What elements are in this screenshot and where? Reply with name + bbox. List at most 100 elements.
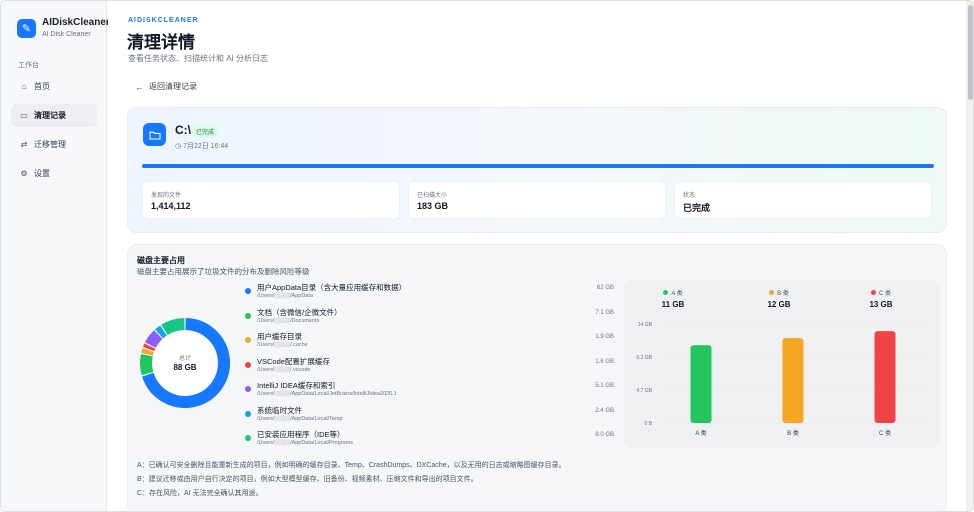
main-content: AIDISKCLEANER 清理详情 查看任务状态、扫描统计和 AI 分析日志 … [108,1,966,511]
stat-value: 183 GB [417,201,449,211]
page-eyebrow: AIDISKCLEANER [128,17,199,24]
legend-item-size: 5.1 GB [595,383,614,389]
legend-dot [245,435,251,441]
legend-item-name: VSCode配置扩展缓存 [257,356,330,366]
home-icon: ⌂ [21,82,27,91]
stat-label: 发现的文件 [151,193,182,199]
sidebar-item-label: 迁移管理 [34,140,66,149]
x-tick-label: B 类 [787,429,799,437]
task-summary-card: C:\ 已完成 ◷ 7月22日 16:44 发现的文件 1,414,112 已扫… [127,107,947,233]
page-title: 清理详情 [127,33,195,52]
legend-item[interactable]: 用户AppData目录（含大量应用缓存和数据）/Users/░░░░/AppDa… [244,282,614,307]
note-b: B：建议迁移或由用户自行决定的项目，例如大型模型缓存、旧备份、视频素材、压缩文件… [137,476,478,483]
stat-scanned-size: 已扫描大小 183 GB [408,181,666,219]
legend-item-path: /Users/░░░░/AppData/Local/Temp [257,415,343,422]
legend-item-path: /Users/░░░░/AppData [257,293,313,299]
legend-item-name: 文档（含微信/企微文件） [257,307,342,317]
legend-item-name: 用户AppData目录（含大量应用缓存和数据） [257,283,407,292]
sidebar-item-label: 设置 [34,169,50,178]
donut-slice[interactable] [161,318,185,336]
legend-item[interactable]: 已安装应用程序（IDE等）/Users/░░░░/AppData/Local/P… [244,429,614,454]
page-scrollbar[interactable] [966,1,973,511]
page-subtitle: 查看任务状态、扫描统计和 AI 分析日志 [128,54,269,63]
risk-notes: A：已确认可安全删除且能重新生成的项目，例如明确的缓存目录、Temp、Crash… [137,459,566,501]
bar-a[interactable] [690,345,712,423]
clock-icon: ◷ [175,143,182,150]
donut-slice[interactable] [145,330,163,348]
bar-b[interactable] [782,338,804,423]
scan-progress-fill [142,164,934,168]
stat-label: 状态 [683,193,696,199]
back-to-records-link[interactable]: ← 返回清理记录 [135,81,197,92]
sidebar-item-home[interactable]: ⌂ 首页 [11,75,97,98]
drive-icon: ▭ [20,111,28,120]
sidebar-item-clean-records[interactable]: ▭ 清理记录 [11,104,97,127]
legend-item-path: /Users/░░░░/AppData/Local/Programs [257,440,353,446]
stat-value: 1,414,112 [151,201,191,211]
legend-item-size: 1.9 GB [595,334,614,340]
gear-icon: ⚙ [20,169,28,178]
app-subtitle: AI Disk Cleaner [42,31,91,38]
sidebar-item-label: 首页 [34,82,50,91]
y-tick-label: 14 GB [638,322,653,328]
donut-total-value: 88 GB [173,363,197,372]
note-a: A：已确认可安全删除且能重新生成的项目，例如明确的缓存目录、Temp、Crash… [137,462,566,469]
legend-item-path: /Users/░░░░/Documents [257,317,320,324]
y-tick-label: 0 B [644,421,652,427]
scrollbar-thumb[interactable] [968,5,973,100]
legend-dot [245,337,251,343]
legend-dot [245,312,251,319]
usage-donut-chart: 总计 88 GB [137,315,233,411]
usage-subtitle: 磁盘主要占用展示了垃圾文件的分布及删除风险等级 [137,267,310,276]
back-link-label: 返回清理记录 [149,82,197,91]
sidebar: ✎ AIDiskCleaner AI Disk Cleaner 工作台 ⌂ 首页… [1,1,110,511]
legend-item[interactable]: IntelliJ IDEA缓存和索引/Users/░░░░/AppData/Lo… [244,380,614,405]
donut-slice[interactable] [142,343,156,352]
legend-item-path: /Users/░░░░/.vscode [257,366,311,373]
stat-status: 状态 已完成 [674,181,932,219]
brand[interactable]: ✎ AIDiskCleaner AI Disk Cleaner [17,17,110,40]
arrow-left-icon: ← [135,81,144,92]
legend-item-size: 8.0 GB [595,432,614,438]
status-badge: 已完成 [192,125,219,138]
note-c: C：存在风险，AI 无法完全确认其用途。 [137,490,263,497]
sidebar-item-settings[interactable]: ⚙ 设置 [11,162,97,185]
disk-usage-card: 磁盘主要占用 磁盘主要占用展示了垃圾文件的分布及删除风险等级 总计 88 GB … [127,244,947,511]
legend-dot [245,386,251,392]
donut-total-label: 总计 [178,356,191,362]
legend-item[interactable]: 系统临时文件/Users/░░░░/AppData/Local/Temp 2.4 … [244,405,614,430]
legend-item-path: /Users/░░░░/AppData/Local/JetBrains/Inte… [257,391,397,397]
x-tick-label: C 类 [879,429,891,437]
folder-icon [143,123,166,146]
sidebar-item-label: 清理记录 [34,111,66,120]
sidebar-item-migration[interactable]: ⇄ 迁移管理 [11,133,97,156]
stat-files-found: 发现的文件 1,414,112 [142,181,400,219]
broom-logo-icon: ✎ [17,19,36,38]
migrate-icon: ⇄ [20,140,28,149]
legend-item-path: /Users/░░░░/.cache [257,342,308,348]
donut-slice[interactable] [155,325,167,339]
nav-section-label: 工作台 [18,62,39,69]
legend-item-size: 2.4 GB [595,407,614,414]
legend-dot [245,410,251,417]
y-tick-label: 4.7 GB [636,388,652,394]
legend-item-name: 已安装应用程序（IDE等） [257,430,345,439]
task-date: ◷ 7月22日 16:44 [175,141,228,151]
app-name: AIDiskCleaner [42,17,110,28]
legend-item[interactable]: VSCode配置扩展缓存/Users/░░░░/.vscode 1.6 GB [244,356,614,381]
legend-item-size: 7.1 GB [595,309,614,316]
y-tick-label: 9.3 GB [636,355,652,361]
app-window: ✎ AIDiskCleaner AI Disk Cleaner 工作台 ⌂ 首页… [0,0,974,512]
legend-item[interactable]: 用户缓存目录/Users/░░░░/.cache 1.9 GB [244,331,614,356]
x-tick-label: A 类 [695,429,706,437]
legend-dot [245,288,251,294]
scan-progress-bar [142,164,934,168]
legend-item-name: 用户缓存目录 [257,332,302,341]
legend-item[interactable]: 文档（含微信/企微文件）/Users/░░░░/Documents 7.1 GB [244,307,614,332]
stat-value: 已完成 [683,203,711,213]
bar-c[interactable] [874,331,896,423]
usage-title: 磁盘主要占用 [137,256,185,265]
legend-item-size: 62 GB [596,285,614,291]
risk-bar-chart: A 类 11 GB B 类 12 GB C 类 13 GB 14 GB 9.3 G… [624,280,940,448]
stat-label: 已扫描大小 [417,193,448,199]
